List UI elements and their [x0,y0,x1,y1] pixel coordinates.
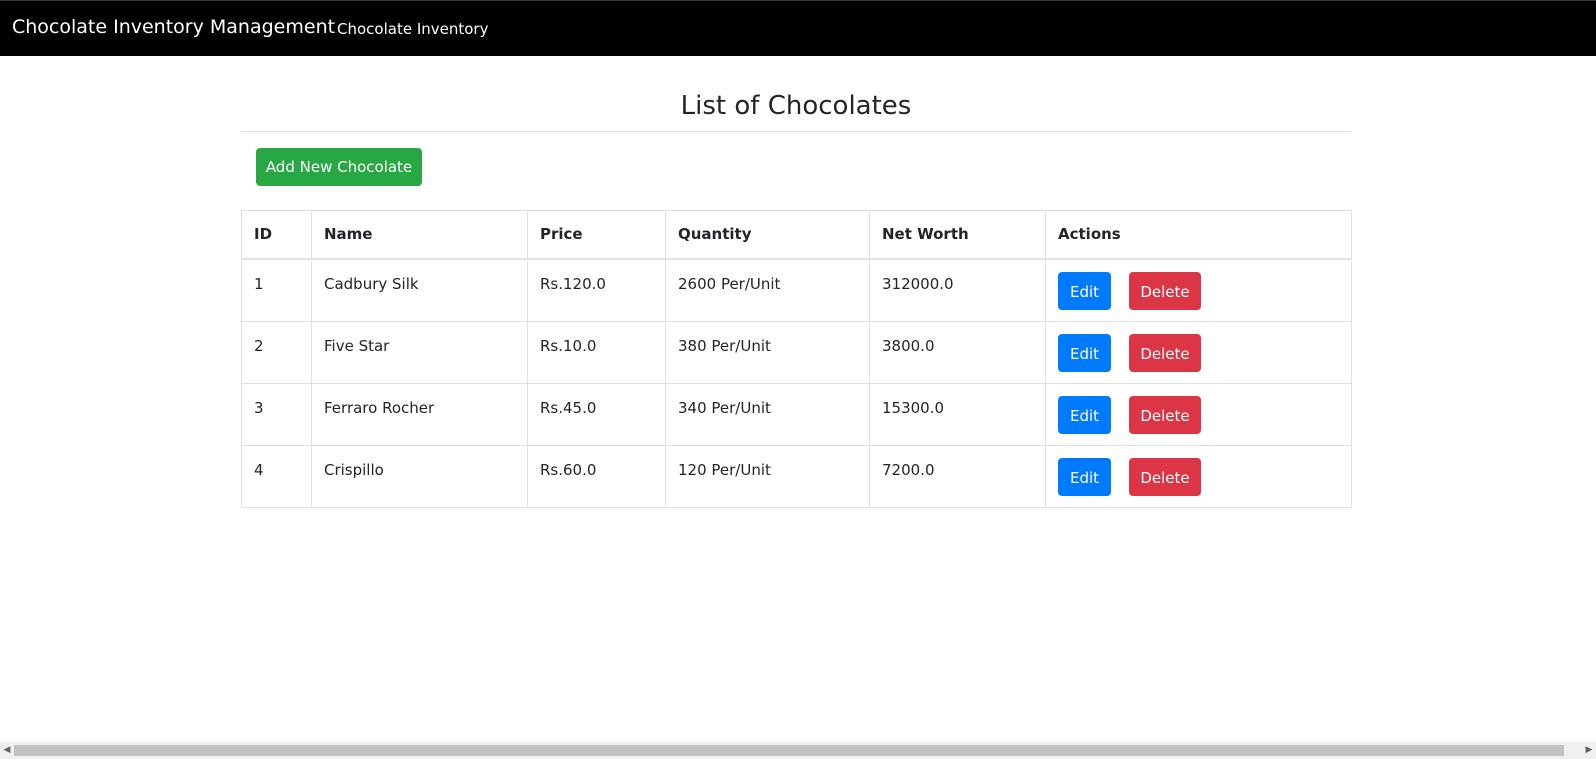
cell-id: 1 [241,258,312,322]
delete-button[interactable]: Delete [1129,272,1201,310]
delete-button[interactable]: Delete [1129,395,1201,434]
cell-actions: Edit Delete [1045,444,1352,508]
delete-button[interactable]: Delete [1129,457,1201,496]
divider [241,131,1351,132]
cell-quantity: 380 Per/Unit [665,320,870,384]
navbar-brand[interactable]: Chocolate Inventory Management [12,16,335,38]
cell-quantity: 340 Per/Unit [665,382,870,446]
table-row: 4 Crispillo Rs.60.0 120 Per/Unit 7200.0 … [241,444,1352,508]
cell-id: 3 [241,382,312,446]
cell-name: Ferraro Rocher [311,382,528,446]
cell-net-worth: 7200.0 [869,444,1046,508]
scrollbar-thumb[interactable] [14,745,1564,756]
cell-net-worth: 15300.0 [869,382,1046,446]
chevron-right-icon[interactable]: ▶ [1582,744,1596,757]
delete-button[interactable]: Delete [1129,333,1201,372]
horizontal-scrollbar[interactable]: ◀ ▶ [0,742,1596,759]
edit-button[interactable]: Edit [1058,272,1111,310]
header-actions: Actions [1045,210,1352,260]
table-header-row: ID Name Price Quantity Net Worth Actions [241,210,1352,260]
cell-id: 4 [241,444,312,508]
main-container: List of Chocolates Add New Chocolate ID … [241,56,1352,508]
cell-quantity: 120 Per/Unit [665,444,870,508]
edit-button[interactable]: Edit [1058,333,1111,372]
cell-actions: Edit Delete [1045,258,1352,322]
cell-price: Rs.120.0 [527,258,666,322]
cell-price: Rs.10.0 [527,320,666,384]
edit-button[interactable]: Edit [1058,457,1111,496]
header-id: ID [241,210,312,260]
nav-link-chocolate-inventory[interactable]: Chocolate Inventory [337,20,488,38]
cell-name: Crispillo [311,444,528,508]
header-net-worth: Net Worth [869,210,1046,260]
cell-quantity: 2600 Per/Unit [665,258,870,322]
cell-name: Five Star [311,320,528,384]
cell-id: 2 [241,320,312,384]
page-title: List of Chocolates [680,91,912,121]
table-row: 1 Cadbury Silk Rs.120.0 2600 Per/Unit 31… [241,258,1352,322]
cell-actions: Edit Delete [1045,320,1352,384]
cell-price: Rs.60.0 [527,444,666,508]
edit-button[interactable]: Edit [1058,395,1111,434]
cell-name: Cadbury Silk [311,258,528,322]
cell-net-worth: 312000.0 [869,258,1046,322]
add-new-chocolate-button[interactable]: Add New Chocolate [256,148,422,186]
cell-actions: Edit Delete [1045,382,1352,446]
navbar: Chocolate Inventory Management Chocolate… [0,0,1596,56]
header-quantity: Quantity [665,210,870,260]
header-name: Name [311,210,528,260]
cell-net-worth: 3800.0 [869,320,1046,384]
table-row: 3 Ferraro Rocher Rs.45.0 340 Per/Unit 15… [241,382,1352,446]
cell-price: Rs.45.0 [527,382,666,446]
header-price: Price [527,210,666,260]
chocolates-table: ID Name Price Quantity Net Worth Actions… [241,210,1352,508]
chevron-left-icon[interactable]: ◀ [0,744,14,757]
table-row: 2 Five Star Rs.10.0 380 Per/Unit 3800.0 … [241,320,1352,384]
